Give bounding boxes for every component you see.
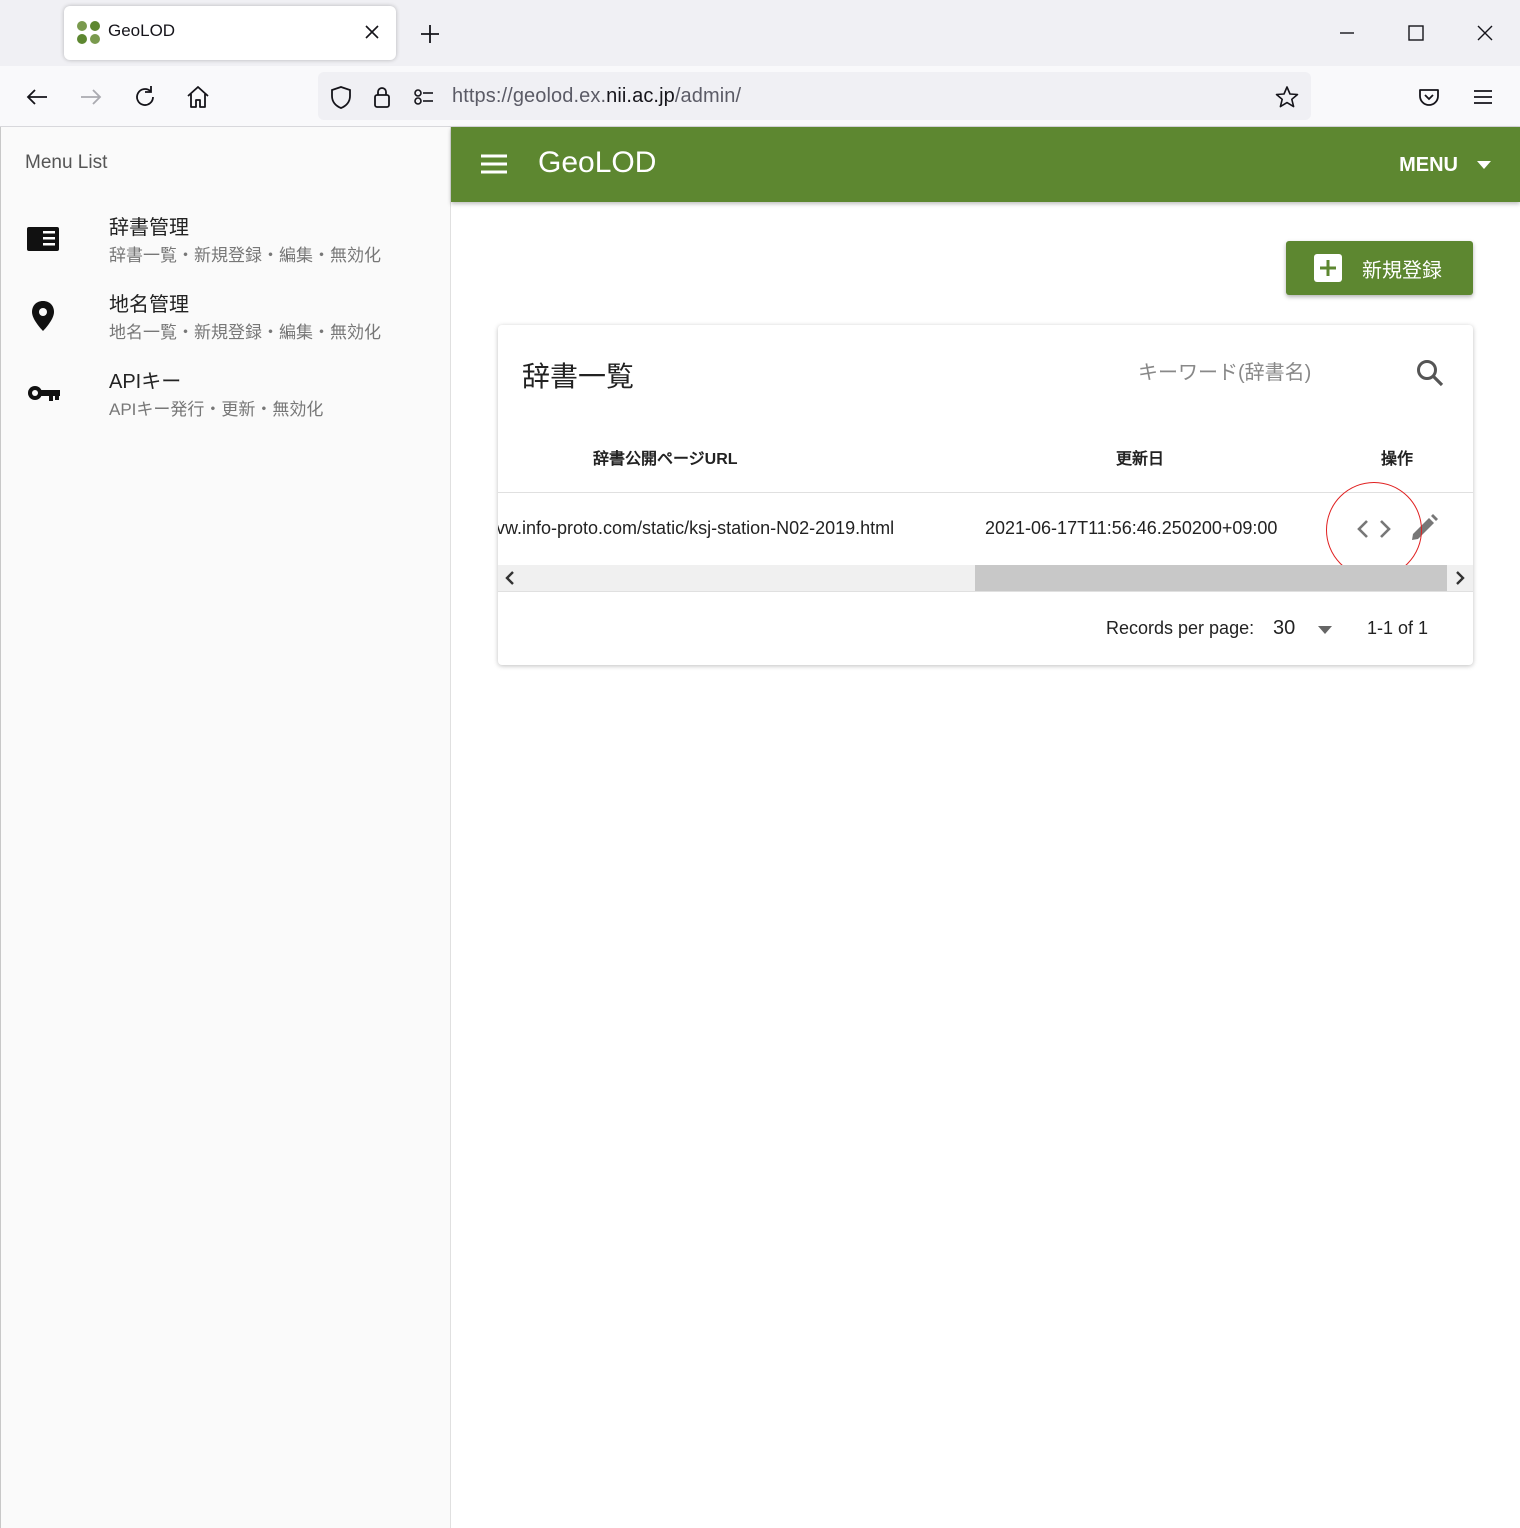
sidebar-item-description: 辞書一覧・新規登録・編集・無効化 — [109, 246, 381, 265]
records-per-page-label: Records per page: — [1106, 618, 1255, 638]
highlight-ring — [1326, 482, 1422, 578]
horizontal-scrollbar[interactable] — [498, 565, 1473, 591]
sidebar-item-label: APIキー — [109, 371, 182, 393]
sidebar-item-label: 地名管理 — [109, 294, 189, 316]
scroll-left-arrow-icon[interactable] — [502, 570, 518, 586]
menu-dropdown-button[interactable]: MENU — [1399, 149, 1492, 181]
lock-icon[interactable] — [369, 84, 395, 110]
new-registration-button[interactable]: 新規登録 — [1286, 241, 1473, 295]
pocket-icon[interactable] — [1414, 82, 1444, 112]
close-tab-icon[interactable] — [362, 22, 382, 42]
bookmark-star-icon[interactable] — [1274, 84, 1300, 110]
browser-navbar: https://geolod.ex.nii.ac.jp/admin/ — [0, 66, 1520, 127]
app-title: GeoLOD — [538, 146, 657, 179]
site-permissions-icon[interactable] — [411, 84, 437, 110]
column-header-actions: 操作 — [1381, 451, 1414, 468]
url-text[interactable]: https://geolod.ex.nii.ac.jp/admin/ — [452, 85, 741, 108]
app-menu-icon[interactable] — [1468, 82, 1498, 112]
header-divider — [498, 492, 1473, 493]
sidebar-item-description: 地名一覧・新規登録・編集・無効化 — [109, 323, 381, 342]
records-per-page-caret-icon[interactable] — [1316, 624, 1334, 636]
reload-icon[interactable] — [130, 82, 160, 112]
plus-box-icon — [1314, 254, 1342, 282]
scrollbar-thumb[interactable] — [975, 565, 1447, 591]
close-window-icon[interactable] — [1470, 18, 1500, 48]
row-updated-cell: 2021-06-17T11:56:46.250200+09:00 — [985, 518, 1278, 538]
forward-arrow-icon[interactable] — [76, 82, 106, 112]
home-icon[interactable] — [183, 82, 213, 112]
back-arrow-icon[interactable] — [22, 82, 52, 112]
geolod-favicon-icon — [77, 21, 100, 44]
records-per-page-select[interactable]: 30 — [1273, 617, 1295, 640]
menu-label: MENU — [1399, 153, 1458, 176]
scroll-right-arrow-icon[interactable] — [1452, 570, 1468, 586]
column-header-url[interactable]: 辞書公開ページURL — [593, 445, 738, 469]
dictionary-list-card: 辞書一覧 辞書公開ページURL 更新日 操作 vw.info-proto.com… — [498, 325, 1473, 665]
sidebar: Menu List 辞書管理 辞書一覧・新規登録・編集・無効化 地名管理 地名一… — [0, 127, 451, 1528]
hamburger-menu-icon[interactable] — [479, 151, 509, 177]
sidebar-item-apikey[interactable]: APIキー APIキー発行・更新・無効化 — [1, 363, 452, 433]
search-icon[interactable] — [1414, 357, 1446, 389]
new-tab-icon[interactable] — [416, 20, 444, 48]
sidebar-title: Menu List — [25, 152, 108, 173]
browser-tab[interactable]: GeoLOD — [64, 6, 396, 60]
pagination-text: 1-1 of 1 — [1367, 618, 1429, 638]
new-registration-label: 新規登録 — [1362, 259, 1442, 282]
caret-down-icon — [1477, 161, 1491, 169]
keyword-search-input[interactable] — [1138, 357, 1398, 389]
row-url-cell: vw.info-proto.com/static/ksj-station-N02… — [498, 518, 895, 538]
column-header-updated[interactable]: 更新日 — [1116, 445, 1164, 469]
sidebar-item-placename[interactable]: 地名管理 地名一覧・新規登録・編集・無効化 — [1, 286, 452, 356]
book-icon — [27, 227, 59, 251]
records-per-page-value: 30 — [1273, 617, 1296, 639]
tab-title: GeoLOD — [108, 21, 176, 40]
url-bar[interactable]: https://geolod.ex.nii.ac.jp/admin/ — [318, 72, 1311, 120]
key-icon — [28, 386, 60, 401]
maximize-window-icon[interactable] — [1401, 18, 1431, 48]
card-title: 辞書一覧 — [522, 361, 635, 392]
app-bar: GeoLOD MENU — [451, 127, 1520, 202]
browser-tabstrip: GeoLOD — [0, 0, 1520, 66]
sidebar-item-description: APIキー発行・更新・無効化 — [109, 400, 324, 419]
footer-divider — [498, 591, 1473, 592]
sidebar-item-dictionary[interactable]: 辞書管理 辞書一覧・新規登録・編集・無効化 — [1, 209, 452, 279]
map-pin-icon — [32, 301, 54, 331]
shield-icon[interactable] — [328, 84, 354, 110]
minimize-window-icon[interactable] — [1332, 18, 1362, 48]
sidebar-item-label: 辞書管理 — [109, 217, 189, 239]
